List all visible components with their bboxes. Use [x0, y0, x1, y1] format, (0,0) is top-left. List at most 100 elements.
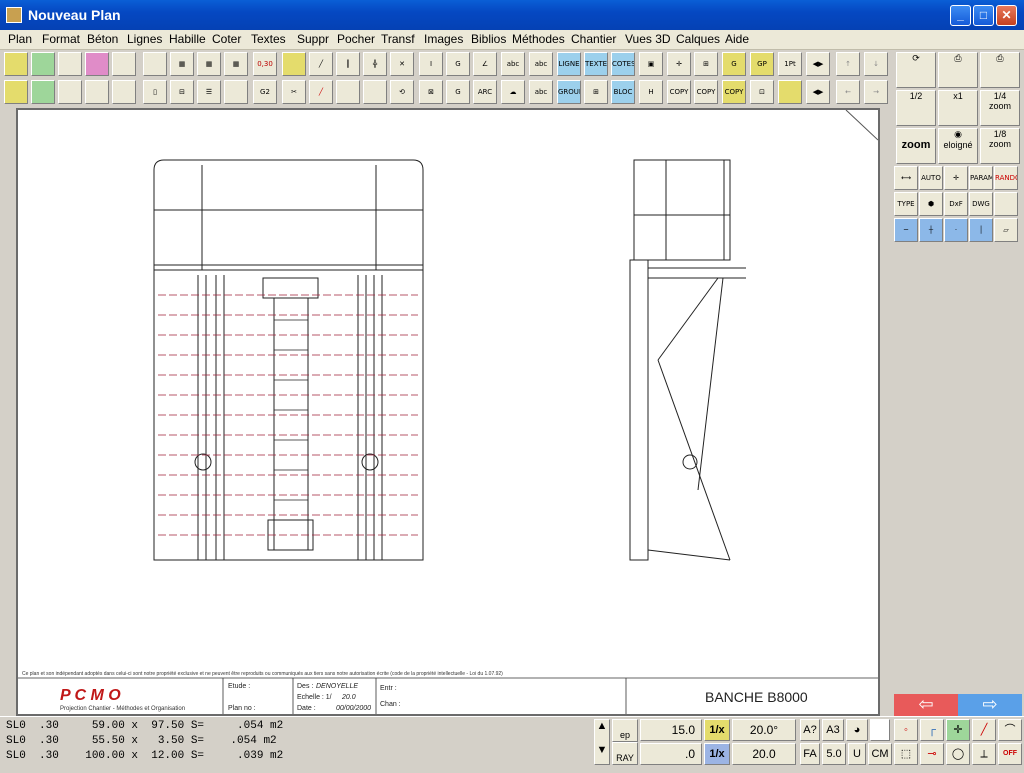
block-3d-icon[interactable] — [112, 52, 136, 76]
ep-button[interactable]: ep — [612, 719, 638, 742]
rotate-icon[interactable]: ⟲ — [390, 80, 414, 104]
cut-line-icon[interactable]: ✂ — [282, 80, 306, 104]
ray-button[interactable]: RAY — [612, 742, 638, 765]
copy-layer-icon[interactable] — [58, 52, 82, 76]
wall-section-icon[interactable]: ┃ — [336, 52, 360, 76]
eraser-icon[interactable]: ▱ — [994, 218, 1018, 242]
menu-images[interactable]: Images — [424, 32, 463, 46]
zoom-x1-button[interactable]: x1 — [938, 90, 978, 126]
menu-biblios[interactable]: Biblios — [471, 32, 506, 46]
maximize-button[interactable]: □ — [973, 5, 994, 26]
diagonal-line-icon[interactable]: ╱ — [309, 52, 333, 76]
prev-arrow-button[interactable]: ⇦ — [894, 694, 958, 716]
close-button[interactable]: ✕ — [996, 5, 1017, 26]
dxf-button[interactable]: DxF — [944, 192, 968, 216]
text-frame-icon[interactable]: G — [446, 80, 470, 104]
snap-horizontal-icon[interactable]: ─ — [894, 218, 918, 242]
menu-textes[interactable]: Textes — [251, 32, 286, 46]
menu-aide[interactable]: Aide — [725, 32, 749, 46]
tangent-snap-icon[interactable]: ◯ — [946, 743, 970, 765]
eloigne-button[interactable]: ◉ eloigné — [938, 128, 978, 164]
cross-snap-icon[interactable]: ✛ — [946, 719, 970, 741]
book-open-icon[interactable] — [994, 192, 1018, 216]
extend-icon[interactable]: I — [419, 52, 443, 76]
column-icon[interactable]: ▯ — [143, 80, 167, 104]
trim-icon[interactable]: ✕ — [390, 52, 414, 76]
angle-icon[interactable]: ∠ — [473, 52, 497, 76]
u-button[interactable]: U — [848, 743, 866, 765]
cotes-icon[interactable]: COTES — [611, 52, 635, 76]
bloc-icon[interactable]: BLOC — [611, 80, 635, 104]
mid-snap-icon[interactable]: ⊸ — [920, 743, 944, 765]
zoom-half-button[interactable]: 1/2 — [896, 90, 936, 126]
flip-icon[interactable]: ◀▶ — [806, 52, 830, 76]
angle-value[interactable]: 20.0° — [732, 719, 796, 741]
minimize-button[interactable]: _ — [950, 5, 971, 26]
snap-vertical-icon[interactable]: │ — [969, 218, 993, 242]
building-icon[interactable] — [112, 80, 136, 104]
pin-icon[interactable] — [778, 80, 802, 104]
dwg-button[interactable]: DWG — [969, 192, 993, 216]
grid-icon[interactable]: ▦ — [170, 52, 194, 76]
menu-coter[interactable]: Coter — [212, 32, 241, 46]
text-abc2-icon[interactable]: abc — [529, 52, 553, 76]
snap-cross-icon[interactable]: ┼ — [919, 218, 943, 242]
book-icon[interactable] — [224, 80, 248, 104]
print-preview-icon[interactable]: ⎙ — [938, 52, 978, 88]
g2-icon[interactable]: G2 — [253, 80, 277, 104]
next-arrow-button[interactable]: ⇨ — [958, 694, 1022, 716]
line-snap-icon[interactable]: ╱ — [972, 719, 996, 741]
layer-green-icon[interactable] — [31, 80, 55, 104]
zoom-eighth-button[interactable]: 1/8 zoom — [980, 128, 1020, 164]
snap-point-icon[interactable]: · — [944, 218, 968, 242]
cube-icon[interactable]: ⬢ — [919, 192, 943, 216]
cm-button[interactable]: CM — [868, 743, 892, 765]
rect-snap-icon[interactable]: ⬚ — [894, 743, 918, 765]
format-a3[interactable]: A3 — [822, 719, 844, 741]
texte-icon[interactable]: TEXTE — [584, 52, 608, 76]
menu-pocher[interactable]: Pocher — [337, 32, 375, 46]
print-icon[interactable]: ⎙ — [980, 52, 1020, 88]
radius-value[interactable]: .0 — [640, 743, 702, 765]
menu-methodes[interactable]: Méthodes — [512, 32, 565, 46]
cloud-text-icon[interactable]: ☁ — [501, 80, 525, 104]
menu-plan[interactable]: Plan — [8, 32, 32, 46]
menu-beton[interactable]: Béton — [87, 32, 118, 46]
menu-transf[interactable]: Transf — [381, 32, 415, 46]
arrow-down-icon[interactable]: ↓ — [864, 52, 888, 76]
red-line-icon[interactable]: ╱ — [309, 80, 333, 104]
point-snap-icon[interactable]: ◦ — [894, 719, 918, 741]
arrow-right-icon[interactable]: → — [864, 80, 888, 104]
arc-snap-icon[interactable]: ⌒ — [998, 719, 1022, 741]
move-group-icon[interactable]: ⊞ — [694, 52, 718, 76]
scale-text-icon[interactable]: 0,30 — [253, 52, 277, 76]
ratio-button-1[interactable]: 1/x — [704, 719, 730, 741]
copy1-icon[interactable]: COPY — [667, 80, 691, 104]
layer-yellow-icon[interactable] — [4, 80, 28, 104]
help-icon[interactable]: A? — [800, 719, 820, 741]
stair-icon[interactable]: ☰ — [197, 80, 221, 104]
rando-button[interactable]: RANDO — [994, 166, 1018, 190]
layer-red-icon[interactable] — [85, 80, 109, 104]
menu-suppr[interactable]: Suppr — [297, 32, 329, 46]
arrow-up-icon[interactable]: ↑ — [836, 52, 860, 76]
frame-icon[interactable]: ⊞ — [584, 80, 608, 104]
pocher-icon[interactable] — [85, 52, 109, 76]
layers-move-icon[interactable]: ✛ — [944, 166, 968, 190]
auto-button[interactable]: AUTO — [919, 166, 943, 190]
zoom-window-button[interactable]: zoom — [896, 128, 936, 164]
wall-rotate-icon[interactable]: ╬ — [363, 52, 387, 76]
corner-snap-icon[interactable]: ┌ — [920, 719, 944, 741]
flip2-icon[interactable]: ◀▶ — [806, 80, 830, 104]
menu-vues3d[interactable]: Vues 3D — [625, 32, 671, 46]
app-icon[interactable] — [6, 7, 22, 23]
gp-move-icon[interactable]: GP — [750, 52, 774, 76]
menu-lignes[interactable]: Lignes — [127, 32, 162, 46]
grid-fine-icon[interactable]: ▦ — [197, 52, 221, 76]
shape-move-icon[interactable] — [336, 80, 360, 104]
fa-value[interactable]: 5.0 — [822, 743, 846, 765]
ligne-icon[interactable]: LIGNE — [557, 52, 581, 76]
menu-chantier[interactable]: Chantier — [571, 32, 616, 46]
one-point-icon[interactable]: 1Pt — [778, 52, 802, 76]
dim-tool-icon[interactable]: ⟷ — [894, 166, 918, 190]
